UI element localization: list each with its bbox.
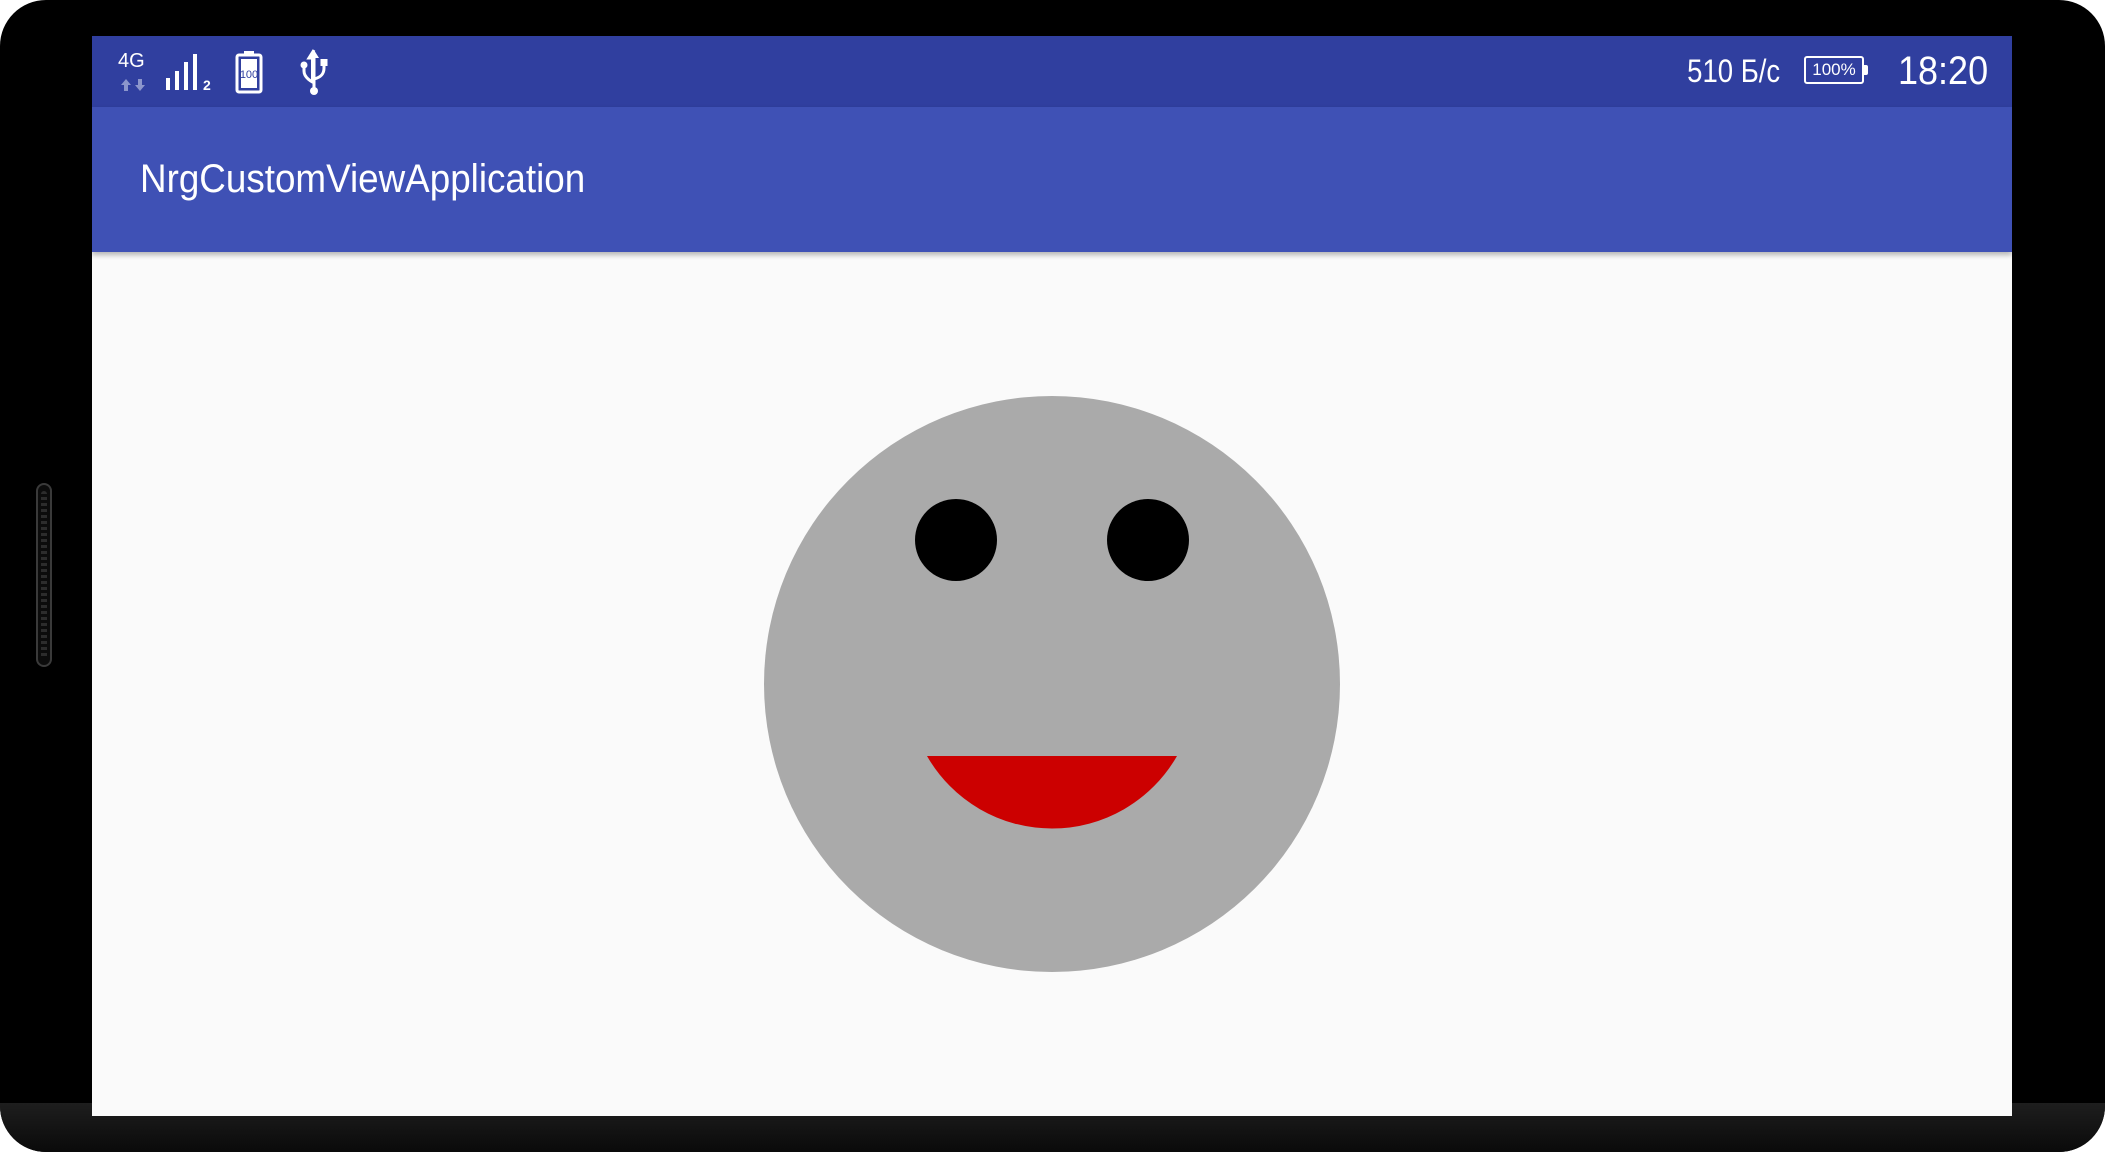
face-circle <box>764 396 1340 972</box>
network-type-label: 4G <box>118 50 145 72</box>
battery-icon-level: 100 <box>240 69 258 81</box>
device-frame: 4G 2 100 510 Б/с 100% 18:20 NrgCustomVie… <box>0 0 2105 1152</box>
right-eye <box>1107 499 1189 581</box>
smiley-face-view <box>764 396 1340 972</box>
status-clock: 18:20 <box>1897 49 1988 93</box>
device-screen: 4G 2 100 510 Б/с 100% 18:20 NrgCustomVie… <box>92 36 2012 1116</box>
network-4g-icon: 4G <box>118 50 158 96</box>
app-title: NrgCustomViewApplication <box>140 157 586 201</box>
battery-icon: 100 <box>234 50 264 99</box>
battery-percent-label: 100% <box>1812 60 1856 79</box>
battery-percent-indicator: 100% <box>1804 56 1868 86</box>
status-bar: 4G 2 100 510 Б/с 100% 18:20 <box>92 36 2012 107</box>
usb-icon <box>294 48 334 101</box>
app-bar: NrgCustomViewApplication <box>92 107 2012 252</box>
signal-strength-icon <box>166 52 202 97</box>
device-side-button <box>36 483 52 667</box>
content-area <box>92 252 2012 1116</box>
sim-slot-label: 2 <box>203 77 211 93</box>
network-speed: 510 Б/с <box>1686 53 1780 89</box>
left-eye <box>915 499 997 581</box>
